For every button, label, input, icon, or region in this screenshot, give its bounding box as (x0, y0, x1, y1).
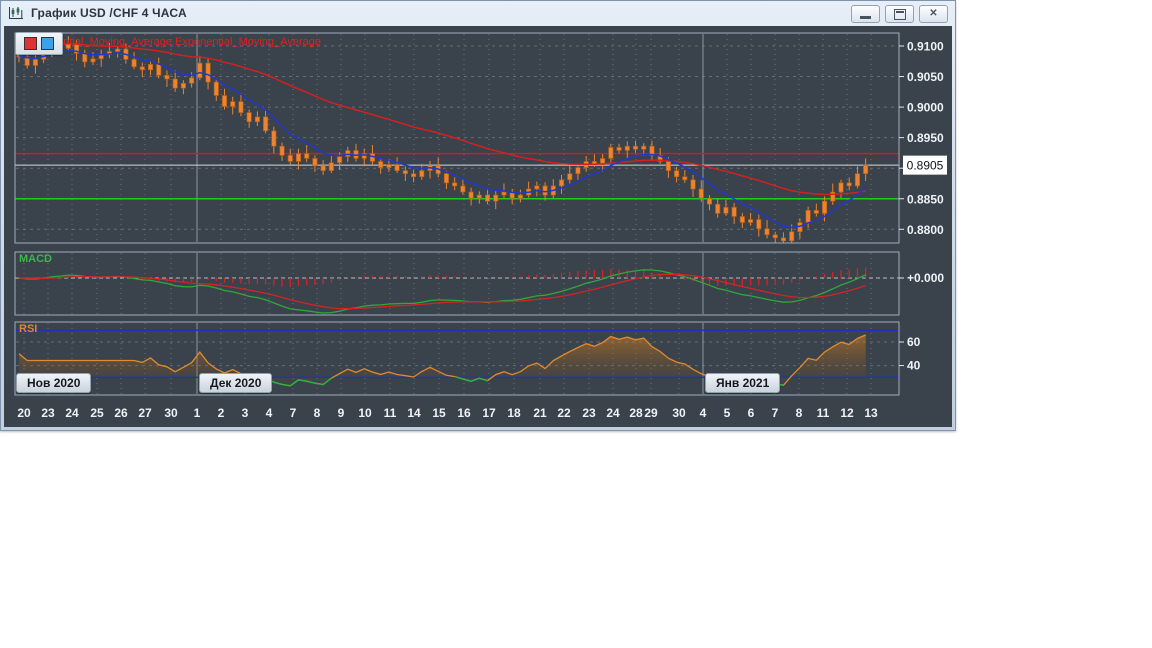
minimize-icon (860, 16, 871, 19)
svg-text:20: 20 (17, 406, 31, 420)
svg-text:0.8950: 0.8950 (907, 131, 944, 145)
svg-text:3: 3 (242, 406, 249, 420)
svg-text:22: 22 (557, 406, 571, 420)
svg-text:11: 11 (384, 406, 397, 420)
svg-text:28: 28 (629, 406, 643, 420)
svg-text:14: 14 (407, 406, 421, 420)
macd-pane (15, 267, 899, 314)
svg-text:23: 23 (582, 406, 596, 420)
chart-canvas[interactable]: 20 23 24 25 26 27 30 1 2 3 4 7 8 9 10 11 14 15 16 17 18 21 22 2… (4, 26, 952, 427)
svg-text:23: 23 (41, 406, 55, 420)
svg-text:7: 7 (772, 406, 779, 420)
candlestick-chart-icon (7, 6, 25, 21)
svg-text:16: 16 (457, 406, 471, 420)
svg-text:60: 60 (907, 335, 921, 349)
svg-text:12: 12 (840, 406, 854, 420)
chart-window: График USD /CHF 4 ЧАСА ✕ 20 23 24 25 26 27 30 1… (0, 0, 956, 431)
svg-text:8: 8 (314, 406, 321, 420)
svg-text:9: 9 (338, 406, 345, 420)
ema-slow-swatch (24, 37, 37, 50)
svg-text:30: 30 (672, 406, 686, 420)
svg-text:15: 15 (432, 406, 446, 420)
window-controls: ✕ (851, 5, 948, 23)
svg-text:7: 7 (290, 406, 297, 420)
svg-text:29: 29 (644, 406, 658, 420)
window-title: График USD /CHF 4 ЧАСА (31, 6, 187, 20)
close-icon: ✕ (929, 8, 938, 19)
month-chip-jan-2021: Янв 2021 (705, 373, 781, 393)
svg-text:2: 2 (218, 406, 225, 420)
window-titlebar[interactable]: График USD /CHF 4 ЧАСА ✕ (1, 1, 955, 25)
svg-text:1: 1 (194, 406, 201, 420)
rsi-pane-label: RSI (19, 323, 38, 335)
indicator-legend-panel[interactable] (15, 32, 63, 55)
svg-text:10: 10 (358, 406, 372, 420)
minimize-button[interactable] (851, 5, 880, 23)
svg-text:0.9000: 0.9000 (907, 101, 944, 115)
close-button[interactable]: ✕ (919, 5, 948, 23)
maximize-icon (893, 8, 906, 20)
svg-text:5: 5 (724, 406, 731, 420)
svg-text:0.9100: 0.9100 (907, 40, 944, 54)
svg-text:24: 24 (65, 406, 79, 420)
svg-text:8: 8 (796, 406, 803, 420)
macd-pane-label: MACD (19, 253, 52, 265)
desktop: График USD /CHF 4 ЧАСА ✕ 20 23 24 25 26 27 30 1… (0, 0, 1152, 648)
svg-text:26: 26 (114, 406, 128, 420)
current-price-marker: 0.8905 (903, 155, 947, 175)
svg-text:4: 4 (700, 406, 707, 420)
chart-client-area: 20 23 24 25 26 27 30 1 2 3 4 7 8 9 10 11 14 15 16 17 18 21 22 2… (4, 26, 952, 427)
grid-lines (16, 34, 898, 394)
svg-text:4: 4 (266, 406, 273, 420)
svg-text:0.8905: 0.8905 (907, 159, 944, 173)
svg-text:40: 40 (907, 359, 921, 373)
svg-text:+0.000: +0.000 (907, 271, 944, 285)
svg-text:27: 27 (138, 406, 152, 420)
month-chip-dec-2020: Дек 2020 (199, 373, 273, 393)
svg-text:30: 30 (164, 406, 178, 420)
svg-text:11: 11 (817, 406, 830, 420)
svg-text:17: 17 (482, 406, 496, 420)
pane-borders (14, 32, 900, 396)
svg-text:25: 25 (90, 406, 104, 420)
svg-text:0.8850: 0.8850 (907, 192, 944, 206)
candlesticks (16, 36, 869, 243)
svg-text:0.8800: 0.8800 (907, 223, 944, 237)
month-chip-nov-2020: Нов 2020 (16, 373, 92, 393)
svg-text:18: 18 (507, 406, 521, 420)
svg-text:13: 13 (864, 406, 878, 420)
svg-text:6: 6 (748, 406, 755, 420)
indicator-legend-text: Exponential_Moving_Average.Exponential_M… (26, 36, 321, 48)
svg-text:0.9050: 0.9050 (907, 70, 944, 84)
ema-fast-swatch (41, 37, 54, 50)
svg-text:21: 21 (533, 406, 547, 420)
svg-text:24: 24 (606, 406, 620, 420)
maximize-button[interactable] (885, 5, 914, 23)
